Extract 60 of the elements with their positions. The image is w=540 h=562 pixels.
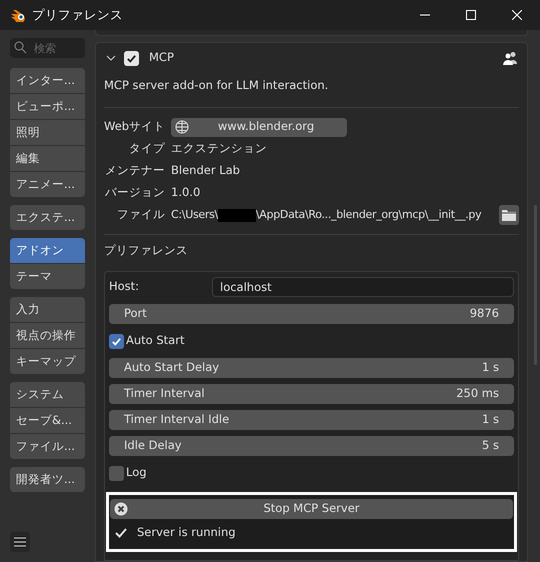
number-field[interactable]: Auto Start Delay 1 s	[109, 358, 514, 378]
sidebar-item[interactable]: ファイル...	[10, 434, 85, 459]
globe-icon	[175, 120, 189, 134]
checkbox[interactable]	[109, 466, 124, 480]
users-icon	[503, 51, 519, 65]
section-title: プリファレンス	[104, 242, 189, 260]
chevron-icon	[106, 54, 116, 62]
search-field[interactable]: 検索	[10, 38, 85, 58]
file-path: \AppData\Ro..._blender_org\mcp\__init__.py	[256, 206, 482, 223]
sidebar-item[interactable]: アドオン	[10, 238, 85, 263]
folder-icon	[502, 210, 516, 220]
search-icon	[14, 41, 27, 54]
sidebar-item[interactable]: 照明	[10, 120, 85, 145]
checkbox[interactable]	[124, 50, 139, 66]
number-field[interactable]: Timer Interval 250 ms	[109, 384, 514, 404]
number-field[interactable]: Port 9876	[109, 304, 514, 324]
sidebar-item[interactable]: 入力	[10, 297, 85, 322]
cancel-icon	[114, 502, 128, 516]
sidebar-item[interactable]: 編集	[10, 146, 85, 171]
info-label: バージョン	[104, 184, 165, 202]
host-label: Host:	[109, 278, 140, 296]
sidebar-item[interactable]: セーブ&...	[10, 408, 85, 433]
check-icon	[115, 528, 127, 538]
menu-icon	[14, 537, 26, 547]
sidebar-item[interactable]: ビューポ...	[10, 94, 85, 119]
info-label: Webサイト	[104, 118, 165, 136]
number-field[interactable]: Timer Interval Idle 1 s	[109, 410, 514, 430]
checkbox-label: Log	[126, 464, 147, 482]
sidebar-item[interactable]: システム	[10, 382, 85, 407]
menu-button[interactable]	[10, 532, 30, 552]
stop-server-button[interactable]: Stop MCP Server	[110, 499, 513, 519]
info-label: ファイル	[116, 206, 165, 224]
addon-description: MCP server add-on for LLM interaction.	[104, 77, 330, 94]
folder-button[interactable]	[499, 205, 519, 225]
redaction-bar	[218, 208, 256, 222]
check-icon	[126, 52, 137, 64]
sidebar-item[interactable]: エクステ...	[10, 205, 85, 230]
website-button[interactable]: www.blender.org	[171, 118, 347, 136]
sidebar-item[interactable]: アニメー...	[10, 172, 85, 197]
host-field[interactable]: localhost	[212, 277, 514, 297]
sidebar-item[interactable]: キーマップ	[10, 349, 85, 374]
info-label: メンテナー	[104, 162, 165, 180]
info-value: Blender Lab	[171, 162, 240, 180]
checkbox-label: Auto Start	[126, 332, 184, 350]
info-label: タイプ	[128, 140, 165, 158]
file-path: C:\Users\	[171, 206, 218, 223]
check-icon	[111, 336, 122, 346]
addon-name: MCP	[149, 49, 174, 66]
sidebar-item[interactable]: インター...	[10, 68, 85, 93]
maximize-icon	[466, 10, 476, 20]
window-title: プリファレンス	[32, 6, 123, 24]
sidebar-item[interactable]: 視点の操作	[10, 323, 85, 348]
checkbox[interactable]	[109, 334, 124, 348]
sidebar-item[interactable]: テーマ	[10, 264, 85, 289]
sidebar-item[interactable]: 開発者ツ...	[10, 467, 85, 492]
info-value: エクステンション	[171, 140, 267, 158]
close-icon	[512, 10, 522, 20]
info-value: 1.0.0	[171, 184, 200, 202]
status-text: Server is running	[137, 524, 236, 542]
number-field[interactable]: Idle Delay 5 s	[109, 436, 514, 456]
